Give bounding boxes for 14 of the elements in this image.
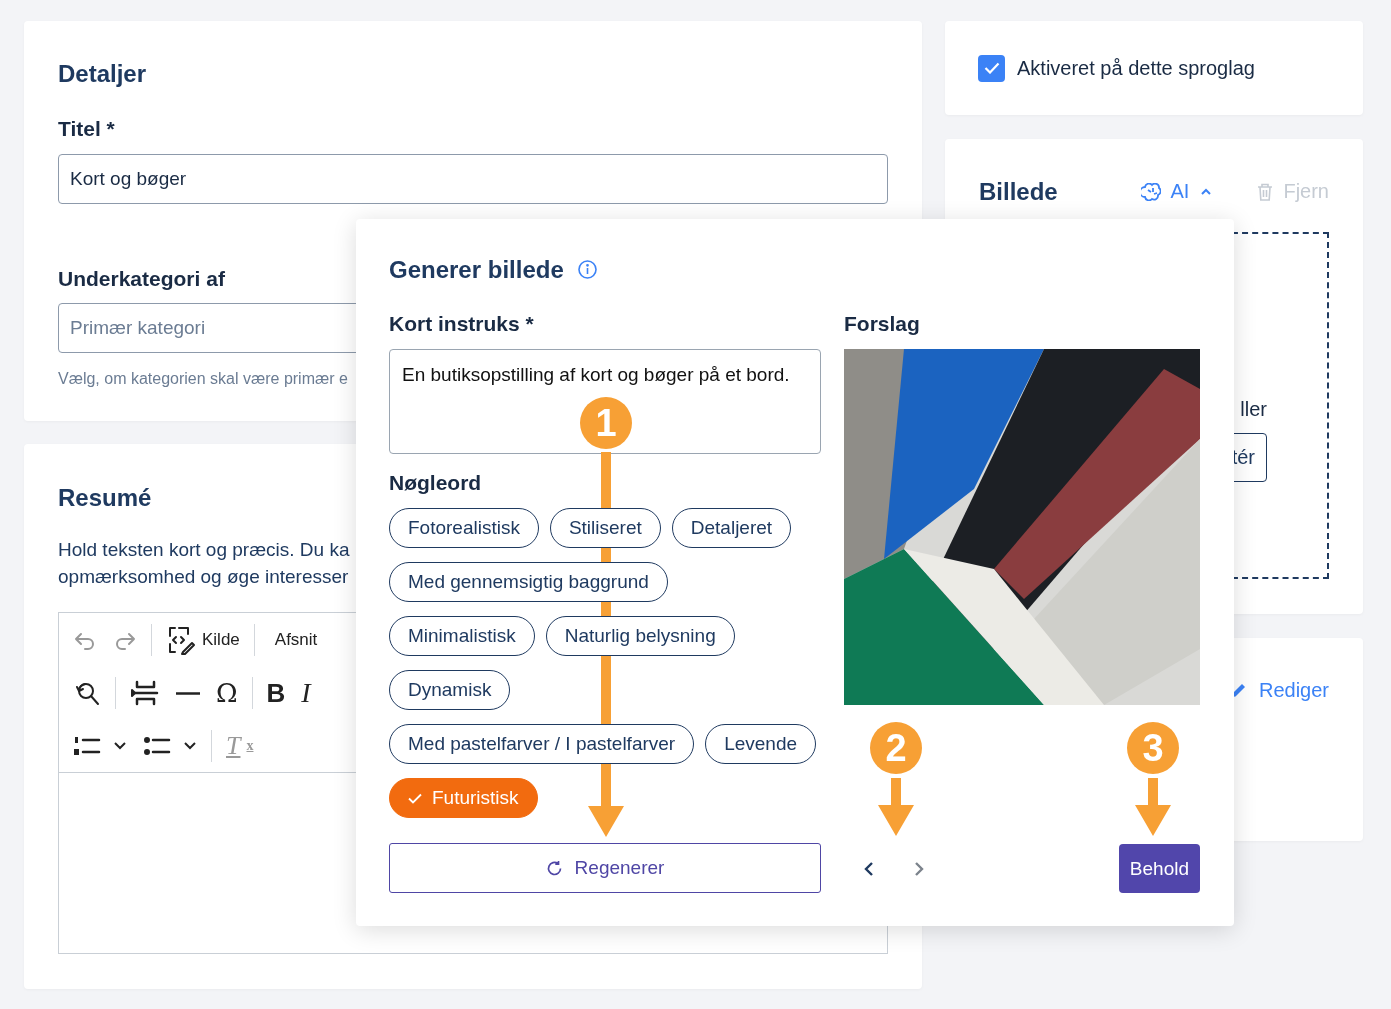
- field-label: Forslag: [844, 311, 921, 336]
- drop-zone-text: ller: [1240, 397, 1267, 421]
- field-label: Underkategori af: [58, 266, 225, 291]
- field-label: Nøgleord: [389, 470, 483, 495]
- dialog-title: Generer billede: [389, 255, 564, 284]
- help-text: Vælg, om kategorien skal være primær e: [58, 369, 348, 388]
- field-label: Titel *: [58, 116, 115, 141]
- field-label: Kort instruks *: [389, 311, 535, 336]
- section-title: Resumé: [58, 483, 152, 512]
- section-title: Billede: [979, 177, 1059, 206]
- description-text: Hold teksten kort og præcis. Du ka: [58, 538, 350, 562]
- section-title: Detaljer: [58, 59, 147, 88]
- checkbox-label: Aktiveret på dette sproglag: [1017, 56, 1255, 80]
- description-text: opmærksomhed og øge interesser: [58, 565, 350, 589]
